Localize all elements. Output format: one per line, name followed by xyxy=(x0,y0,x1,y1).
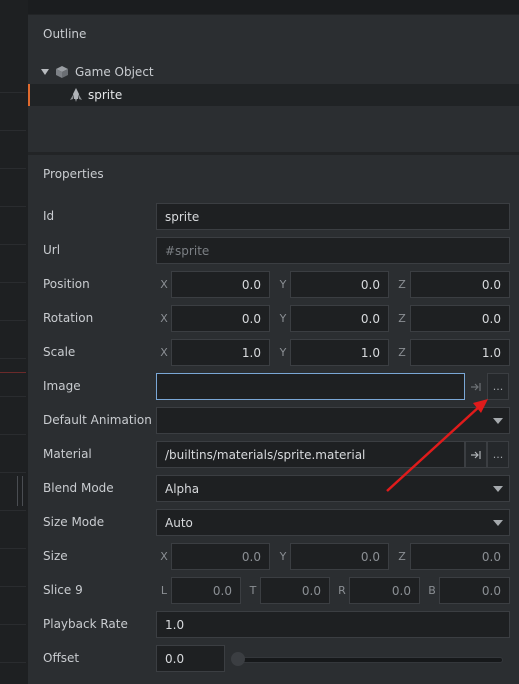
image-browse-button[interactable]: ... xyxy=(487,373,509,400)
default-animation-label: Default Animation xyxy=(43,413,152,427)
splitter-grip[interactable] xyxy=(17,476,23,506)
blend-mode-select[interactable]: Alpha xyxy=(156,475,510,502)
offset-slider-thumb[interactable] xyxy=(231,652,245,666)
rotation-z-input[interactable]: 0.0 xyxy=(410,305,510,332)
cube-icon xyxy=(56,66,68,78)
axis-x-label: X xyxy=(160,550,168,563)
axis-y-label: Y xyxy=(279,312,287,325)
offset-label: Offset xyxy=(43,651,80,665)
slice9-r-input[interactable]: 0.0 xyxy=(349,577,420,604)
left-editor-strip xyxy=(0,0,28,684)
axis-z-label: Z xyxy=(398,278,406,291)
chevron-down-icon[interactable] xyxy=(487,407,509,434)
axis-y-label: Y xyxy=(279,346,287,359)
image-label: Image xyxy=(43,379,81,393)
scale-z-input[interactable]: 1.0 xyxy=(410,339,510,366)
url-input[interactable]: #sprite xyxy=(156,237,510,264)
axis-y-label: Y xyxy=(279,550,287,563)
slice9-t-input[interactable]: 0.0 xyxy=(260,577,330,604)
tree-item-label: sprite xyxy=(88,88,123,102)
playback-rate-input[interactable]: 1.0 xyxy=(156,611,510,638)
axis-t-label: T xyxy=(249,584,257,597)
outline-title: Outline xyxy=(43,27,87,41)
sprite-icon xyxy=(70,88,82,102)
position-x-input[interactable]: 0.0 xyxy=(171,271,270,298)
axis-z-label: Z xyxy=(398,346,406,359)
go-to-icon[interactable] xyxy=(465,373,487,400)
chevron-down-icon[interactable] xyxy=(41,69,49,75)
outline-panel: Outline Game Object sprite xyxy=(28,15,519,152)
size-x-input[interactable]: 0.0 xyxy=(171,543,270,570)
image-input[interactable] xyxy=(156,373,465,400)
playback-rate-label: Playback Rate xyxy=(43,617,128,631)
top-bar xyxy=(28,0,519,14)
tree-item-game-object[interactable]: Game Object xyxy=(28,61,519,83)
axis-r-label: R xyxy=(338,584,346,597)
material-input[interactable]: /builtins/materials/sprite.material xyxy=(156,441,465,468)
rotation-y-input[interactable]: 0.0 xyxy=(290,305,389,332)
axis-y-label: Y xyxy=(279,278,287,291)
chevron-down-icon[interactable] xyxy=(487,475,509,502)
axis-l-label: L xyxy=(160,584,168,597)
id-label: Id xyxy=(43,209,55,223)
axis-b-label: B xyxy=(428,584,436,597)
material-label: Material xyxy=(43,447,92,461)
properties-title: Properties xyxy=(43,167,104,181)
chevron-down-icon[interactable] xyxy=(487,509,509,536)
slice9-b-input[interactable]: 0.0 xyxy=(439,577,510,604)
position-label: Position xyxy=(43,277,90,291)
size-z-input[interactable]: 0.0 xyxy=(410,543,510,570)
go-to-icon[interactable] xyxy=(465,441,487,468)
position-z-input[interactable]: 0.0 xyxy=(410,271,510,298)
axis-x-label: X xyxy=(160,278,168,291)
position-y-input[interactable]: 0.0 xyxy=(290,271,389,298)
editor-marker-line xyxy=(0,372,26,373)
axis-z-label: Z xyxy=(398,312,406,325)
axis-x-label: X xyxy=(160,312,168,325)
offset-input[interactable]: 0.0 xyxy=(156,645,225,672)
axis-z-label: Z xyxy=(398,550,406,563)
size-y-input[interactable]: 0.0 xyxy=(290,543,389,570)
default-animation-select[interactable] xyxy=(156,407,510,434)
slice9-l-input[interactable]: 0.0 xyxy=(171,577,241,604)
size-mode-label: Size Mode xyxy=(43,515,105,529)
rotation-x-input[interactable]: 0.0 xyxy=(171,305,270,332)
scale-x-input[interactable]: 1.0 xyxy=(171,339,270,366)
material-browse-button[interactable]: ... xyxy=(487,441,509,468)
editor-gridlines xyxy=(0,55,26,684)
id-input[interactable]: sprite xyxy=(156,203,510,230)
offset-slider-track[interactable] xyxy=(238,657,503,663)
tree-item-sprite[interactable]: sprite xyxy=(28,84,519,106)
slice9-label: Slice 9 xyxy=(43,583,83,597)
axis-x-label: X xyxy=(160,346,168,359)
tree-item-label: Game Object xyxy=(75,65,154,79)
scale-label: Scale xyxy=(43,345,76,359)
url-label: Url xyxy=(43,243,61,257)
rotation-label: Rotation xyxy=(43,311,94,325)
size-mode-select[interactable]: Auto xyxy=(156,509,510,536)
blend-mode-label: Blend Mode xyxy=(43,481,114,495)
size-label: Size xyxy=(43,549,68,563)
scale-y-input[interactable]: 1.0 xyxy=(290,339,389,366)
